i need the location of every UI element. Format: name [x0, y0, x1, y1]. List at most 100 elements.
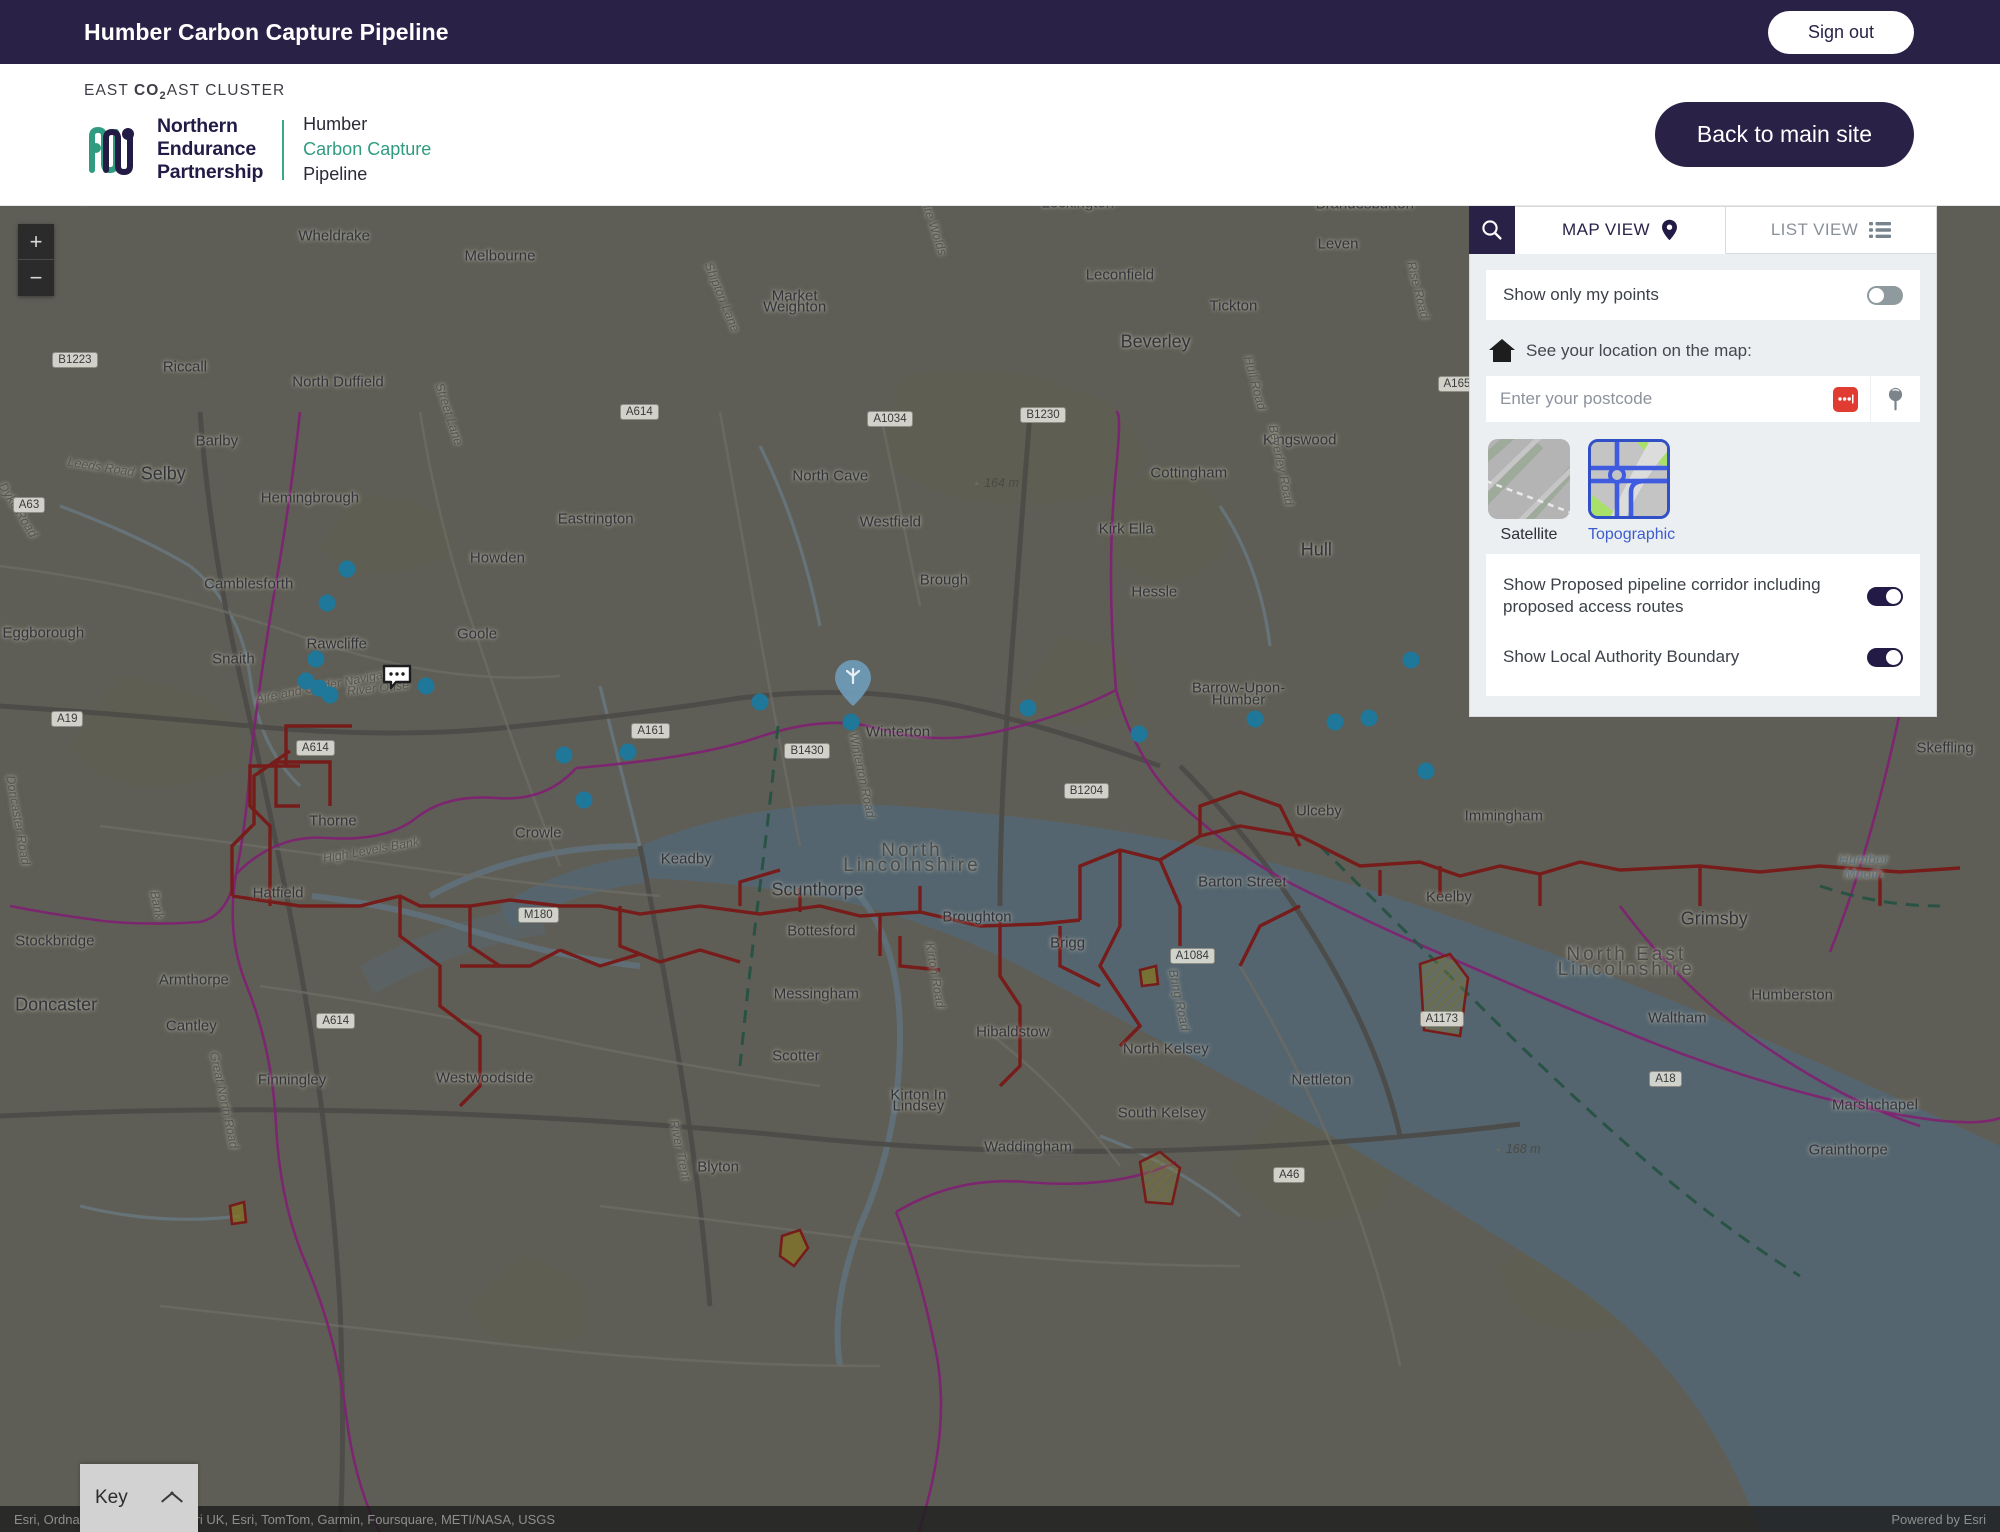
map-point-marker[interactable] — [1417, 762, 1435, 780]
road-shield: B1430 — [784, 743, 830, 759]
map-place-label: Westwoodside — [436, 1069, 534, 1087]
zoom-in-button[interactable]: + — [18, 224, 54, 260]
map-point-marker[interactable] — [338, 560, 356, 578]
cluster-pre: EAST — [84, 82, 135, 100]
map-place-label: Keadby — [660, 850, 712, 868]
map-place-label: Humberston — [1751, 986, 1833, 1004]
map-place-label: Eggborough — [2, 624, 85, 642]
map-point-marker[interactable] — [751, 693, 769, 711]
map-point-marker[interactable] — [1402, 651, 1420, 669]
map-point-marker[interactable] — [417, 677, 435, 695]
map-place-label: Thorne — [309, 812, 357, 830]
basemap-option-topographic[interactable]: Topographic — [1588, 439, 1675, 544]
map-place-label: Hull — [1300, 539, 1332, 560]
map-point-marker[interactable] — [1019, 699, 1037, 717]
road-shield: A46 — [1272, 1167, 1306, 1183]
project-line-2: Carbon Capture — [303, 139, 432, 160]
top-bar: Humber Carbon Capture Pipeline Sign out — [0, 0, 2000, 64]
cluster-co: CO — [134, 82, 160, 100]
road-shield: A19 — [51, 711, 84, 727]
project-wordmark: Humber Carbon Capture Pipeline — [303, 112, 431, 186]
red-ellipsis-icon[interactable] — [1833, 386, 1858, 412]
map-place-label: Finningley — [257, 1071, 327, 1089]
map-place-label: Brough — [919, 571, 969, 589]
layer-row-pipeline-corridor[interactable]: Show Proposed pipeline corridor includin… — [1503, 560, 1903, 632]
elevation-label: 164 m — [973, 476, 1019, 490]
road-shield: A614 — [316, 1013, 356, 1029]
project-line-3: Pipeline — [303, 163, 368, 184]
see-your-location-label: See your location on the map: — [1526, 340, 1752, 360]
map-pin-icon — [1661, 219, 1677, 241]
map-cluster-pin-marker[interactable] — [834, 659, 872, 712]
layer-toggles: Show Proposed pipeline corridor includin… — [1486, 554, 1920, 697]
map-place-label: Bottesford — [787, 922, 856, 940]
list-icon — [1869, 222, 1892, 238]
map-point-marker[interactable] — [318, 594, 336, 612]
map-point-marker[interactable] — [555, 746, 573, 764]
nep-line-3: Partnership — [157, 161, 264, 184]
home-icon — [1489, 339, 1515, 362]
map-place-label: Snaith — [212, 650, 255, 668]
location-pin-icon — [1888, 387, 1903, 411]
map-point-marker[interactable] — [842, 713, 860, 731]
map-place-label: Cantley — [165, 1017, 217, 1035]
layer-local-authority-toggle[interactable] — [1867, 647, 1903, 667]
map-place-label: Scunthorpe — [771, 879, 864, 900]
brand-logos: EAST CO2AST CLUSTER Northern Endurance P… — [84, 82, 431, 187]
geolocate-button[interactable] — [1870, 376, 1920, 422]
map-comment-marker[interactable] — [382, 664, 412, 695]
map-point-marker[interactable] — [321, 686, 339, 704]
map-point-marker[interactable] — [307, 650, 325, 668]
show-only-my-points-row[interactable]: Show only my points — [1486, 270, 1920, 320]
road-shield: A63 — [12, 497, 46, 513]
cluster-post: AST CLUSTER — [166, 82, 286, 100]
search-icon-button[interactable] — [1469, 206, 1515, 254]
chevron-up-icon[interactable] — [161, 1492, 183, 1505]
basemap-satellite-label: Satellite — [1500, 526, 1558, 543]
attribution-powered-by: Powered by Esri — [1891, 1511, 1986, 1527]
map-place-label: Stockbridge — [15, 932, 95, 950]
map-place-label: Hatfield — [252, 884, 304, 902]
map-place-label: Riccall — [162, 358, 208, 376]
view-tabs[interactable]: MAP VIEW LIST VIEW — [1469, 206, 1937, 254]
postcode-input[interactable] — [1500, 389, 1833, 409]
control-panel-body: Show only my points See your location on… — [1469, 254, 1937, 718]
map-point-marker[interactable] — [1246, 710, 1264, 728]
back-to-main-site-button[interactable]: Back to main site — [1654, 102, 1914, 167]
map-point-marker[interactable] — [1360, 709, 1378, 727]
tab-list-view[interactable]: LIST VIEW — [1726, 206, 1937, 254]
map-place-label: Selby — [140, 463, 186, 484]
sign-out-button[interactable]: Sign out — [1767, 10, 1914, 54]
map-key-panel[interactable]: Key — [80, 1464, 198, 1532]
map-place-label: Grainthorpe — [1808, 1141, 1888, 1159]
layer-row-local-authority[interactable]: Show Local Authority Boundary — [1503, 632, 1903, 682]
map-place-label: Weighton — [763, 298, 827, 316]
zoom-out-button[interactable]: − — [18, 260, 54, 296]
layer-pipeline-corridor-toggle[interactable] — [1867, 586, 1903, 606]
nep-logo-mark — [89, 126, 134, 175]
map-point-marker[interactable] — [619, 743, 637, 761]
postcode-field-wrap[interactable] — [1486, 376, 1870, 422]
see-your-location-row: See your location on the map: — [1488, 338, 1920, 363]
map-place-label: Westfield — [859, 513, 922, 531]
map-place-label: Messingham — [773, 985, 859, 1003]
show-only-my-points-toggle[interactable] — [1867, 285, 1903, 305]
map-control-panel[interactable]: MAP VIEW LIST VIEW Show only my points S… — [1469, 206, 1937, 718]
tab-map-view[interactable]: MAP VIEW — [1515, 206, 1726, 254]
map-place-label: Eastrington — [557, 510, 634, 528]
layer-pipeline-corridor-label: Show Proposed pipeline corridor includin… — [1503, 575, 1821, 617]
map-place-label: Keelby — [1426, 888, 1472, 906]
map-place-label: South Kelsey — [1117, 1104, 1207, 1122]
search-icon — [1482, 220, 1502, 240]
zoom-controls[interactable]: + − — [18, 224, 54, 296]
layer-local-authority-label: Show Local Authority Boundary — [1503, 647, 1740, 667]
basemap-selector[interactable]: Satellite Topographic — [1486, 422, 1920, 554]
road-shield: B1230 — [1020, 407, 1066, 423]
map-point-marker[interactable] — [1130, 725, 1148, 743]
map-point-marker[interactable] — [1326, 713, 1344, 731]
map-point-marker[interactable] — [575, 791, 593, 809]
road-shield: A1084 — [1169, 948, 1215, 964]
map-region-label: Lincolnshire — [843, 855, 981, 876]
basemap-option-satellite[interactable]: Satellite — [1488, 439, 1570, 544]
postcode-row[interactable] — [1486, 376, 1920, 422]
